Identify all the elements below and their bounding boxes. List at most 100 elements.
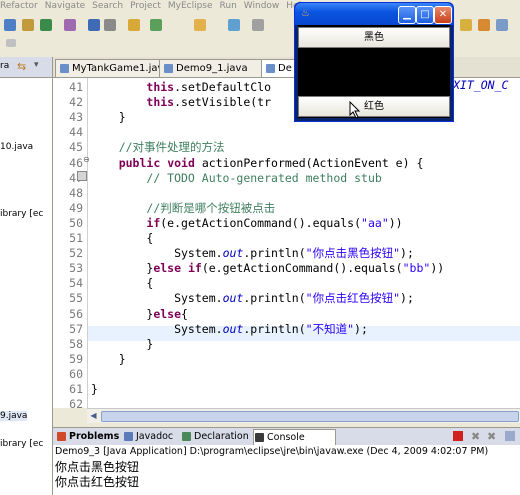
code-token: } — [91, 110, 126, 125]
settings-icon[interactable] — [252, 19, 264, 31]
collapse-icon[interactable]: ⊖ — [83, 156, 91, 164]
java-file-icon — [266, 64, 275, 73]
code-token: if — [187, 261, 202, 276]
menu-item[interactable]: Window — [244, 1, 280, 11]
tab-problems[interactable]: Problems — [56, 429, 119, 444]
remove-all-icon[interactable]: ✖ — [487, 430, 496, 443]
code-token: { — [91, 276, 154, 291]
jframe-title-bar[interactable]: ♨ ▁ □ ✕ — [295, 3, 453, 25]
code-token: ); — [400, 291, 414, 306]
line-number: 55 — [69, 291, 83, 306]
code-token: System. — [91, 321, 223, 336]
menu-item[interactable]: Project — [130, 1, 161, 11]
code-line: }else if(e.getActionCommand().equals("bb… — [91, 261, 444, 276]
line-number: 58 — [69, 336, 83, 351]
scroll-left-icon[interactable]: ◀ — [88, 410, 99, 421]
tab-javadoc[interactable]: Javadoc — [123, 429, 173, 444]
code-token: this — [146, 80, 175, 94]
line-number: 61 — [69, 382, 83, 396]
menu-item[interactable]: Navigate — [45, 1, 85, 11]
line-number: 54 — [69, 276, 83, 291]
close-button[interactable]: ✕ — [434, 6, 452, 24]
menu-item[interactable]: MyEclipse — [168, 1, 213, 11]
code-token: "你点击黑色按钮" — [305, 246, 401, 261]
console-output[interactable]: Demo9_3 [Java Application] D:\program\ec… — [53, 445, 520, 495]
code-token: // TODO Auto-generated method stub — [146, 170, 382, 185]
line-number: 48 — [69, 185, 83, 200]
minimize-button[interactable]: ▁ — [398, 6, 416, 24]
console-icon — [255, 433, 264, 442]
line-number: 44 — [69, 125, 83, 140]
run-icon[interactable] — [4, 19, 16, 31]
tree-item[interactable]: ibrary [ec — [0, 439, 43, 449]
code-token: ); — [400, 246, 414, 261]
code-line: if(e.getActionCommand().equals("aa")) — [91, 215, 403, 231]
nav-icon[interactable] — [496, 19, 508, 31]
menu-item[interactable]: Refactor — [0, 1, 38, 11]
tab-declaration[interactable]: Declaration — [181, 429, 249, 444]
package-explorer: ra ⇆ ▾ 10.java ibrary [ec 9.java ibrary … — [0, 57, 53, 495]
code-token: System. — [91, 291, 223, 306]
clear-console-icon[interactable] — [505, 431, 515, 441]
tool-icon[interactable] — [460, 19, 472, 31]
code-token: (e.getActionCommand().equals( — [201, 261, 403, 276]
code-token: public — [118, 155, 161, 170]
code-token: ); — [354, 321, 368, 336]
tab-mytankgame1[interactable]: MyTankGame1.java — [55, 59, 173, 77]
tree-item[interactable]: 10.java — [0, 142, 33, 152]
open-type-icon[interactable] — [88, 19, 100, 31]
black-button[interactable]: 黑色 — [298, 27, 450, 48]
line-number-gutter: 4142434445464748495051525354555657585960… — [53, 78, 88, 411]
code-token: )) — [430, 261, 445, 276]
scrollbar-thumb[interactable] — [101, 411, 519, 422]
package-explorer-title: ra — [0, 61, 10, 71]
console-line: 你点击红色按钮 — [55, 475, 140, 489]
editor-horizontal-scrollbar[interactable]: ◀ — [87, 408, 520, 423]
code-line: }else{ — [91, 307, 188, 322]
tree-item[interactable]: ibrary [ec — [0, 209, 43, 219]
search-icon[interactable] — [40, 19, 52, 31]
open-folder-icon[interactable] — [128, 19, 140, 31]
code-line: System.out.println("你点击黑色按钮"); — [91, 246, 414, 261]
sync-icon[interactable]: ⇆ — [17, 60, 26, 73]
chevron-down-icon[interactable]: ▾ — [34, 60, 39, 70]
menu-item[interactable]: Search — [92, 1, 123, 11]
refresh-icon[interactable] — [228, 19, 240, 31]
mouse-cursor-icon — [349, 101, 361, 119]
remove-launch-icon[interactable]: ✖ — [471, 430, 480, 443]
code-token: "不知道" — [305, 321, 355, 336]
code-token: void — [167, 155, 195, 170]
code-token: "bb" — [402, 261, 431, 276]
server-icon[interactable] — [104, 19, 116, 31]
java-app-icon: ♨ — [301, 8, 310, 19]
code-token: else — [153, 306, 182, 321]
code-token: } — [91, 336, 154, 351]
new-icon[interactable] — [64, 19, 76, 31]
build-icon[interactable] — [150, 19, 162, 31]
tab-demo9-1[interactable]: Demo9_1.java — [159, 59, 275, 77]
red-button[interactable]: 红色 — [298, 96, 450, 117]
back-icon[interactable] — [6, 39, 16, 47]
code-token: System. — [91, 246, 223, 261]
package-icon[interactable] — [194, 19, 206, 31]
code-token: "你点击红色按钮" — [305, 291, 401, 306]
package-explorer-tab[interactable]: ra ⇆ ▾ — [0, 57, 52, 78]
code-token: else — [153, 261, 182, 276]
code-token: )) — [388, 215, 403, 230]
debug-icon[interactable] — [22, 19, 34, 31]
maximize-button[interactable]: □ — [416, 6, 434, 24]
code-token: } — [91, 261, 154, 276]
declaration-icon — [182, 432, 191, 441]
terminate-icon[interactable] — [453, 431, 463, 441]
code-editor[interactable]: 4142434445464748495051525354555657585960… — [53, 78, 520, 411]
tab-label: MyTankGame1.java — [72, 63, 170, 74]
tree-item-selected[interactable]: 9.java — [0, 411, 28, 421]
edit-icon[interactable] — [478, 19, 490, 31]
tab-label: Console — [267, 432, 305, 443]
tab-console[interactable]: Console — [253, 429, 336, 445]
menu-item[interactable]: Run — [220, 1, 237, 11]
